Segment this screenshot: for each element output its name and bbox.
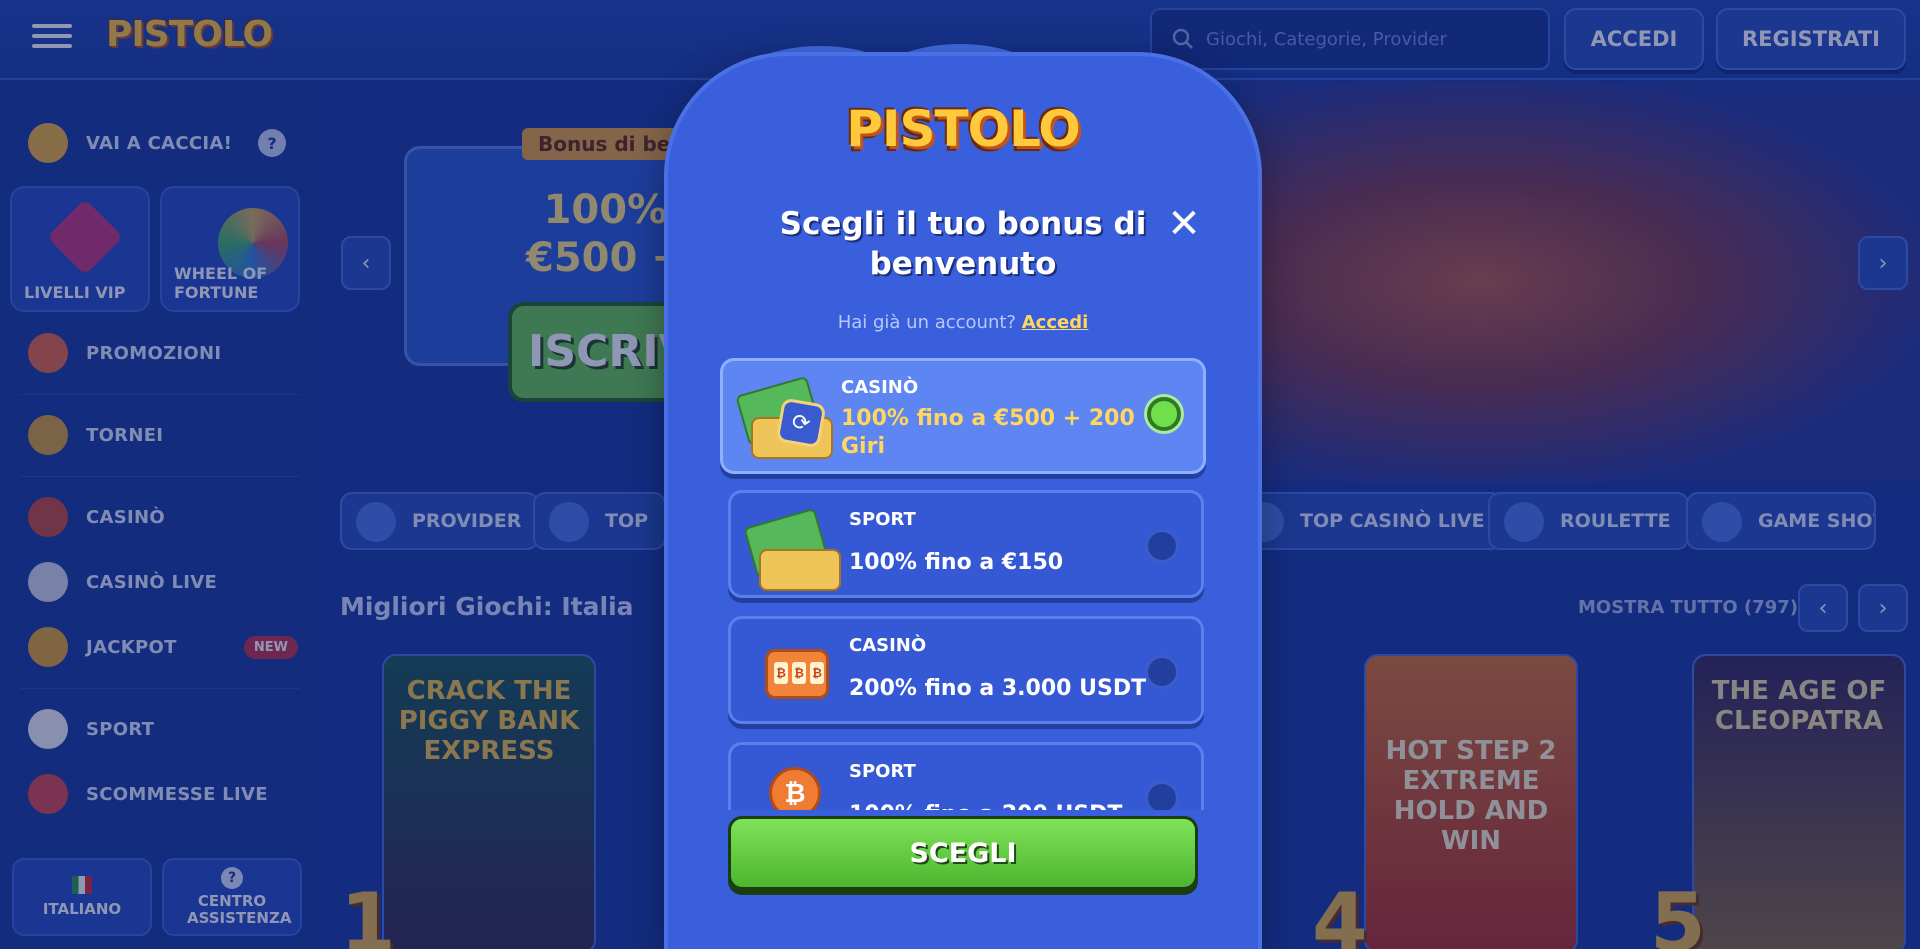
modal-logo: PISTOLO xyxy=(846,100,1080,158)
bitcoin-ball-icon: ₿ xyxy=(743,755,839,810)
bonus-radio[interactable] xyxy=(1145,529,1179,563)
cash-chest-icon: ⟳ xyxy=(735,371,833,459)
bonus-description: 100% fino a €500 + 200 Giri xyxy=(841,406,1135,459)
bonus-radio[interactable] xyxy=(1145,655,1179,689)
bonus-description: 100% fino a 200 USDT xyxy=(849,801,1149,810)
bonus-option-crypto-casino[interactable]: ₿ ₿ ₿ CASINÒ 200% fino a 3.000 USDT xyxy=(728,616,1204,724)
bonus-type: CASINÒ xyxy=(849,635,927,656)
bonus-radio[interactable] xyxy=(1145,781,1179,810)
login-prompt: Hai già un account? Accedi xyxy=(668,312,1258,333)
bonus-radio[interactable] xyxy=(1147,397,1181,431)
bonus-type: SPORT xyxy=(849,761,916,782)
modal-title: Scegli il tuo bonus di benvenuto xyxy=(779,206,1147,282)
choose-bonus-button[interactable]: SCEGLI xyxy=(728,816,1198,890)
login-link[interactable]: Accedi xyxy=(1022,312,1089,333)
bonus-description: 200% fino a 3.000 USDT xyxy=(849,676,1147,701)
bonus-list[interactable]: ⟳ CASINÒ 100% fino a €500 + 200 Giri SPO… xyxy=(718,354,1210,810)
bonus-description: 100% fino a €150 xyxy=(849,550,1064,575)
bonus-option-sport[interactable]: SPORT 100% fino a €150 xyxy=(728,490,1204,598)
bonus-type: SPORT xyxy=(849,509,916,530)
close-icon[interactable]: ✕ xyxy=(1164,204,1204,244)
login-prompt-text: Hai già un account? xyxy=(837,312,1016,333)
slot-machine-icon: ₿ ₿ ₿ xyxy=(743,629,839,715)
cash-chest-icon xyxy=(743,503,841,591)
bonus-option-crypto-sport[interactable]: ₿ SPORT 100% fino a 200 USDT xyxy=(728,742,1204,810)
bonus-option-casino[interactable]: ⟳ CASINÒ 100% fino a €500 + 200 Giri xyxy=(720,358,1206,474)
bonus-type: CASINÒ xyxy=(841,377,919,398)
